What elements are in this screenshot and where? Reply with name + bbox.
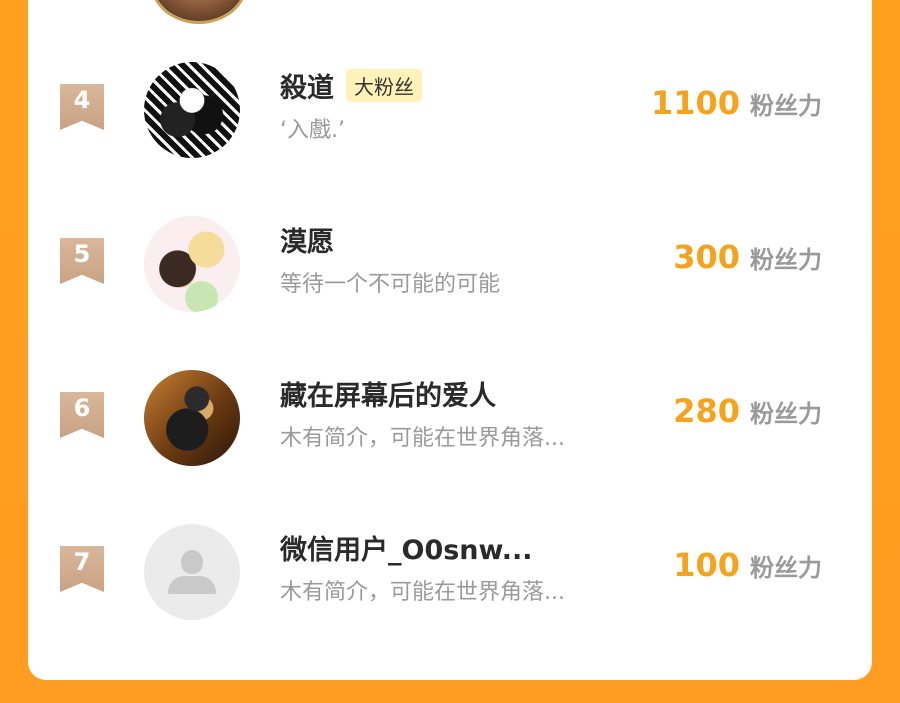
rank-ribbon: 4 [60, 84, 104, 130]
ranking-row-5[interactable]: 5 漠愿 等待一个不可能的可能 300 粉丝力 [28, 210, 872, 330]
user-avatar[interactable] [144, 216, 240, 312]
user-name: 微信用户_O0snw... [280, 535, 533, 566]
user-avatar[interactable] [144, 370, 240, 466]
user-name: 漠愿 [280, 227, 334, 258]
user-name: 殺道 大粉丝 [280, 66, 422, 105]
person-head-shape [181, 550, 203, 574]
fan-power-unit: 粉丝力 [750, 92, 822, 120]
fan-power-unit: 粉丝力 [750, 400, 822, 428]
fan-power-value: 1100 [650, 84, 740, 122]
user-bio: ‘入戲.’ [280, 118, 345, 143]
fan-power-value: 100 [673, 546, 740, 584]
rank-ribbon: 6 [60, 392, 104, 438]
ranking-row-7[interactable]: 7 微信用户_O0snw... 木有简介，可能在世界角落... 100 粉丝力 [28, 518, 872, 638]
ranking-row-6[interactable]: 6 藏在屏幕后的爱人 木有简介，可能在世界角落... 280 粉丝力 [28, 364, 872, 484]
fan-power-value: 280 [673, 392, 740, 430]
rank-ribbon: 5 [60, 238, 104, 284]
fan-power: 300 粉丝力 [673, 238, 822, 276]
fan-power-unit: 粉丝力 [750, 554, 822, 582]
user-bio: 木有简介，可能在世界角落... [280, 426, 565, 451]
fan-power: 1100 粉丝力 [651, 84, 822, 122]
fan-level-badge: 大粉丝 [346, 69, 422, 102]
fan-power-unit: 粉丝力 [750, 246, 822, 274]
user-bio: 木有简介，可能在世界角落... [280, 580, 565, 605]
ranking-row-4[interactable]: 4 殺道 大粉丝 ‘入戲.’ 1100 粉丝力 [28, 56, 872, 176]
person-body-shape [168, 576, 216, 594]
rank-ribbon: 7 [60, 546, 104, 592]
fan-power: 280 粉丝力 [673, 392, 822, 430]
fan-power: 100 粉丝力 [673, 546, 822, 584]
user-name: 藏在屏幕后的爱人 [280, 381, 496, 412]
fan-power-value: 300 [673, 238, 740, 276]
user-bio: 等待一个不可能的可能 [280, 272, 501, 297]
user-avatar[interactable] [144, 62, 240, 158]
default-user-icon[interactable] [144, 524, 240, 620]
